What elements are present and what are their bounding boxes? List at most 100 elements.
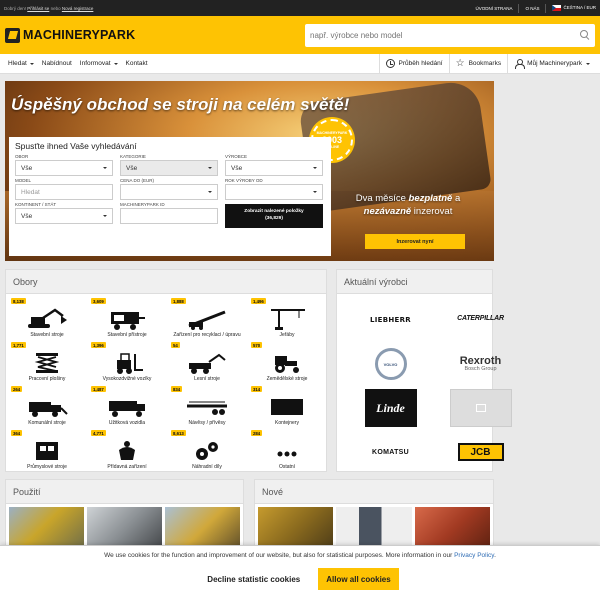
hero-banner: Úspěšný obchod se stroji na celém světě!… (5, 81, 494, 261)
conveyor-icon (185, 308, 229, 330)
category-tile[interactable]: 54 Lesní stroje (167, 341, 247, 385)
forklift-icon (109, 352, 145, 374)
login-link[interactable]: Přihlásit se (27, 6, 49, 11)
volvo-logo[interactable]: VOLVO (350, 344, 431, 384)
caret-down-icon (103, 215, 107, 217)
account-menu[interactable]: Můj Machinerypark (507, 54, 596, 73)
count-badge: 834 (171, 386, 183, 392)
machinerypark-id-input[interactable] (120, 208, 218, 224)
header: MACHINERYPARK (0, 16, 600, 54)
user-icon (514, 59, 525, 69)
category-tile[interactable]: 8,138 Stavební stroje (7, 297, 87, 341)
liebherr-logo[interactable]: LIEBHERR (350, 300, 431, 340)
privacy-policy-link[interactable]: Privacy Policy (454, 552, 494, 559)
linde-logo[interactable]: Linde (350, 388, 431, 428)
category-tile[interactable]: 284 Ostatní (247, 429, 327, 473)
placeholder-image-icon[interactable] (440, 388, 521, 428)
search-icon[interactable] (580, 30, 590, 40)
nav-nabidnout[interactable]: Nabídnout (38, 54, 76, 73)
trailer-icon (185, 396, 229, 418)
count-badge: 8,613 (171, 430, 186, 436)
vyrobce-select[interactable]: Vše (225, 160, 323, 176)
about-link[interactable]: O NÁS (525, 6, 539, 11)
more-icon (274, 440, 300, 462)
category-tile[interactable]: 1,771 Pracovní plošiny (7, 341, 87, 385)
kontinent-select[interactable]: Vše (15, 208, 113, 224)
advertise-now-button[interactable]: Inzerovat nyní (365, 234, 465, 249)
count-badge: 264 (11, 386, 23, 392)
register-link[interactable]: Nová registrace (62, 6, 94, 11)
industrial-icon (32, 440, 62, 462)
caret-down-icon (208, 191, 212, 193)
manufacturers-title: Aktuální výrobci (337, 270, 492, 294)
bookmarks-link[interactable]: ☆ Bookmarks (448, 54, 507, 73)
caret-down-icon (29, 62, 34, 65)
locale-selector[interactable]: ČEŠTINA / EUR (552, 5, 596, 11)
cena-select[interactable] (120, 184, 218, 200)
tractor-icon (269, 352, 305, 374)
gears-icon (192, 440, 222, 462)
main-nav: Hledat Nabídnout Informovat Kontakt Průb… (0, 54, 600, 74)
count-badge: 4,771 (91, 430, 106, 436)
category-tile[interactable]: 1,487 Užitková vozidla (87, 385, 167, 429)
category-tile[interactable]: 834 Návěsy / přívěsy (167, 385, 247, 429)
promo-text: Dva měsíce bezplatně a nezávazně inzerov… (355, 193, 461, 218)
brand-grid: LIEBHERR CATERPILLAR VOLVO Rexroth Bosch Gro… (337, 294, 512, 478)
count-badge: 1,496 (251, 298, 266, 304)
nav-hledat[interactable]: Hledat (4, 54, 38, 73)
scissor-lift-icon (32, 352, 62, 374)
category-label: Lesní stroje (194, 376, 220, 382)
show-results-button[interactable]: Zobrazit nalezené položky (36,829) (225, 204, 323, 228)
decline-cookies-button[interactable]: Decline statistic cookies (201, 568, 306, 590)
excavator-icon (25, 308, 69, 330)
divider (518, 3, 520, 13)
category-label: Zařízení pro recyklaci / úpravu (173, 332, 241, 338)
category-tile[interactable]: 570 Zemědělské stroje (247, 341, 327, 385)
category-tile[interactable]: 1,888 Zařízení pro recyklaci / úpravu (167, 297, 247, 341)
category-tile[interactable]: 264 Komunální stroje (7, 385, 87, 429)
search-history-link[interactable]: Průběh hledání (378, 54, 449, 73)
model-input[interactable]: Hledat (15, 184, 113, 200)
kategorie-field: KATEGORIE Vše (120, 154, 218, 176)
jcb-logo[interactable]: JCB (440, 432, 521, 472)
used-title: Použití (6, 480, 243, 504)
rexroth-logo[interactable]: Rexroth Bosch Group (440, 344, 521, 384)
category-label: Stavební přístroje (107, 332, 147, 338)
kontinent-field: KONTINENT / STÁT Vše (15, 202, 113, 228)
count-badge: 3,609 (91, 298, 106, 304)
caterpillar-logo[interactable]: CATERPILLAR (440, 300, 521, 340)
category-label: Vysokozdvižné vozíky (102, 376, 152, 382)
manufacturers-card: Aktuální výrobci LIEBHERR CATERPILLAR VOLV… (336, 269, 512, 472)
nav-kontakt[interactable]: Kontakt (122, 54, 152, 73)
caret-down-icon (586, 62, 590, 65)
count-badge: 1,771 (11, 342, 26, 348)
rok-field: ROK VÝROBY OD (225, 178, 323, 200)
home-link[interactable]: ÚVODNÍ STRANA (475, 6, 512, 11)
accept-cookies-button[interactable]: Allow all cookies (318, 568, 399, 590)
category-tile[interactable]: 8,613 Náhradní díly (167, 429, 247, 473)
category-label: Náhradní díly (192, 464, 222, 470)
logo[interactable]: MACHINERYPARK (5, 27, 305, 43)
obor-select[interactable]: Vše (15, 160, 113, 176)
nav-informovat[interactable]: Informovat (76, 54, 122, 73)
rok-select[interactable] (225, 184, 323, 200)
category-label: Komunální stroje (28, 420, 66, 426)
category-tile[interactable]: 4,771 Přídavná zařízení (87, 429, 167, 473)
komatsu-logo[interactable]: KOMATSU (350, 432, 431, 472)
category-tile[interactable]: 3,609 Stavební přístroje (87, 297, 167, 341)
count-badge: 284 (251, 430, 263, 436)
search-box[interactable] (305, 23, 595, 47)
category-tile[interactable]: 1,396 Vysokozdvižné vozíky (87, 341, 167, 385)
category-tile[interactable]: 1,496 Jeřáby (247, 297, 327, 341)
container-icon (267, 396, 307, 418)
new-card: Nové (254, 479, 494, 552)
id-field: MACHINERYPARK ID (120, 202, 218, 228)
category-label: Návěsy / přívěsy (188, 420, 226, 426)
count-badge: 570 (251, 342, 263, 348)
caret-down-icon (313, 191, 317, 193)
category-tile[interactable]: 364 Průmyslové stroje (7, 429, 87, 473)
search-input[interactable] (310, 30, 580, 40)
kategorie-select[interactable]: Vše (120, 160, 218, 176)
category-tile[interactable]: 314 Kontejnery (247, 385, 327, 429)
attachment-icon (114, 440, 140, 462)
